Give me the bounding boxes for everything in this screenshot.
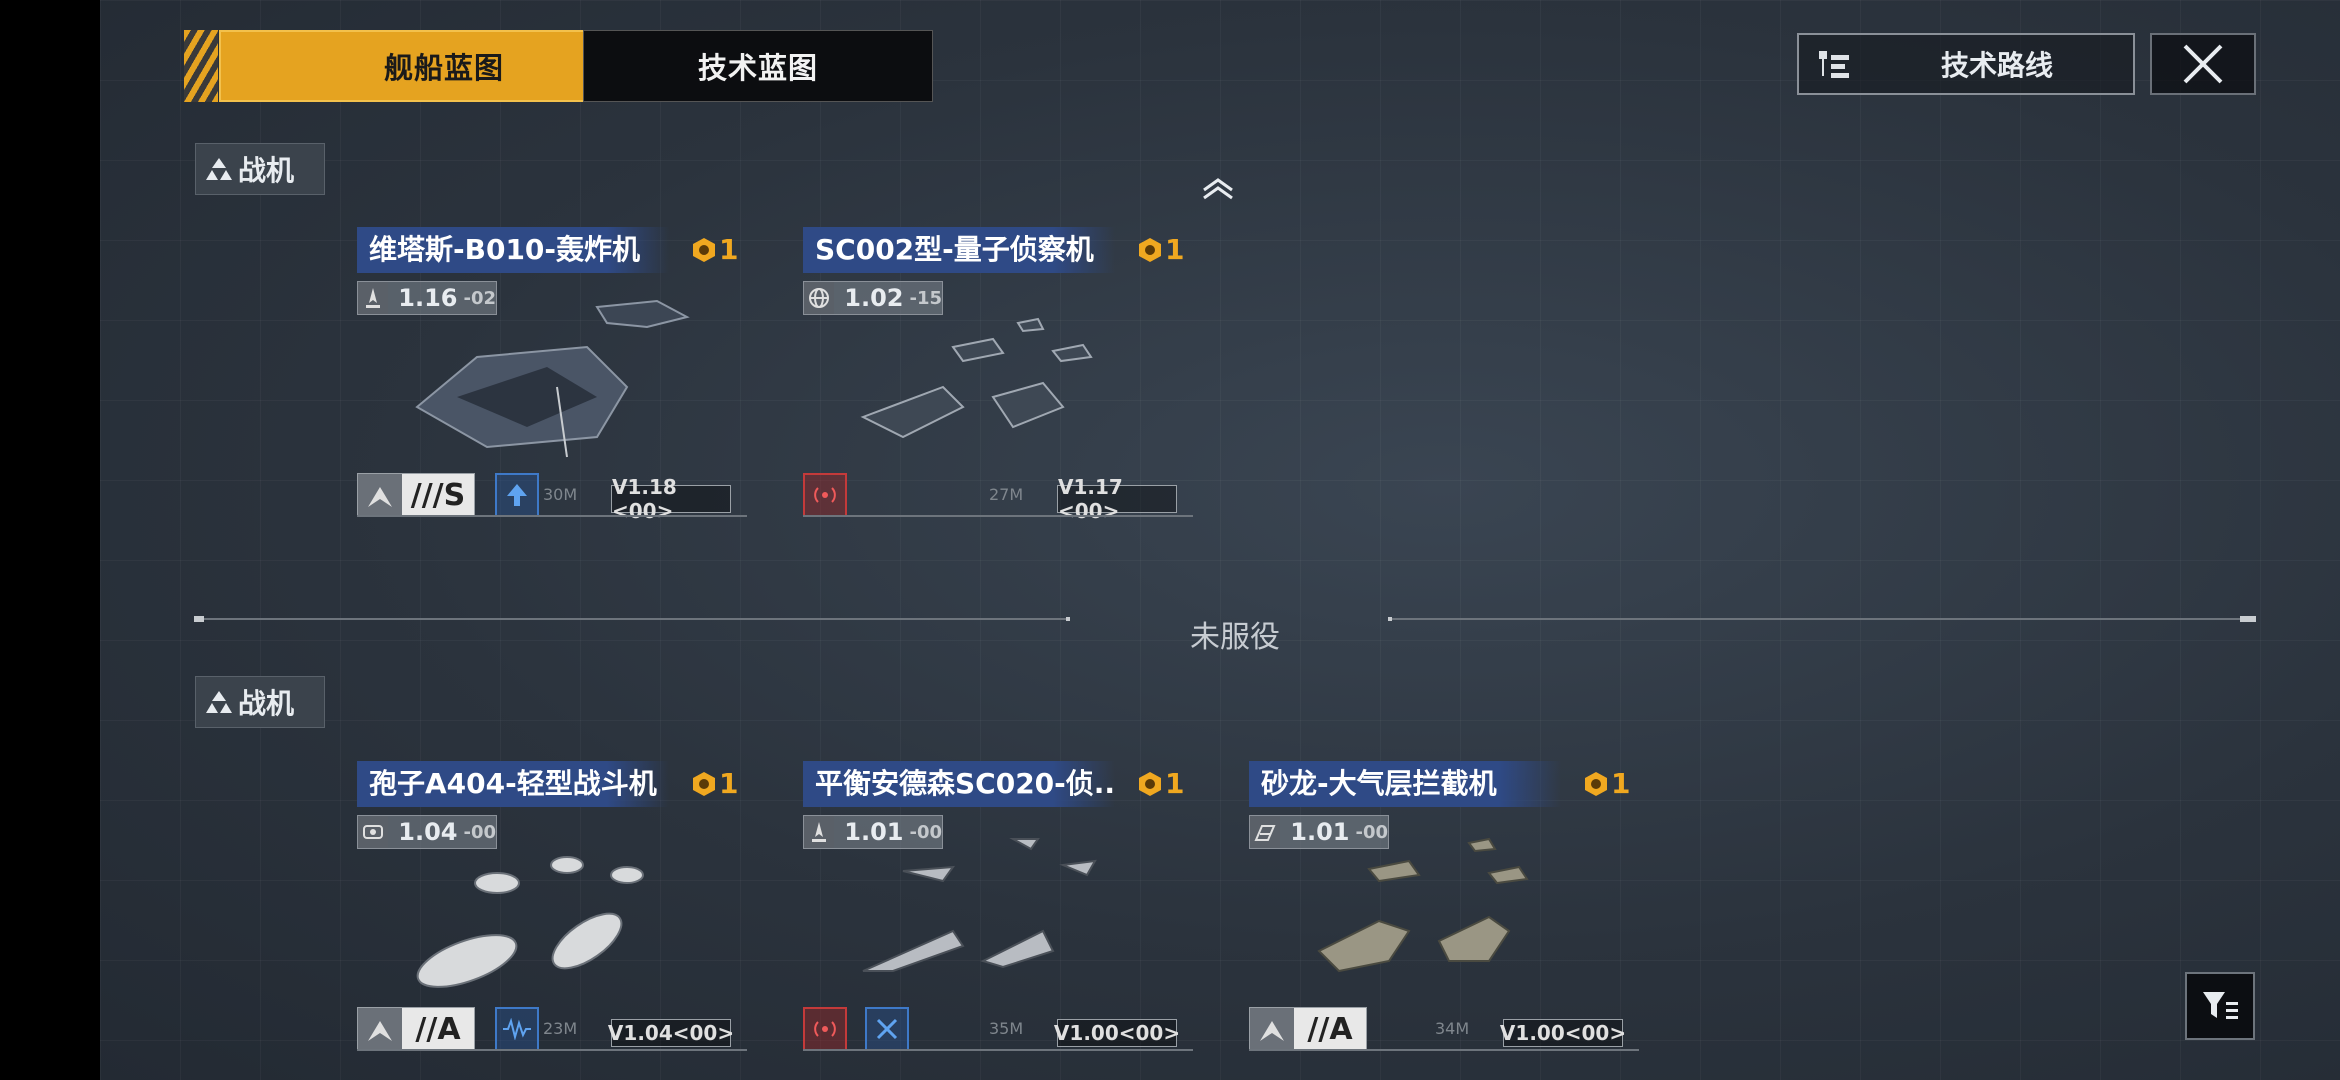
ship-name: 砂龙-大气层拦截机 [1249,761,1561,807]
ship-card[interactable]: 孢子A404-轻型战斗机 1 1.04 -00 //A 23M V1.04<00… [357,761,747,1061]
emblem-icon [1139,237,1161,262]
divider-line-left [198,618,1070,620]
grade-tag: ///S [357,473,475,517]
card-base-line [1249,1049,1639,1051]
skill-wave-icon[interactable] [495,1007,539,1051]
section-label-text: 战机 [238,154,295,187]
speed-icon [1250,816,1281,848]
thrust-icon [804,816,835,848]
ship-image [862,838,1097,972]
fighter-class-icon [206,691,232,713]
section-label-fighter: 战机 [195,676,325,728]
ship-name: 平衡安德森SC020-侦... [803,761,1115,807]
build-code: V1.18 <00> [611,475,731,523]
filter-button[interactable] [2185,972,2255,1040]
tab-tech-blueprint[interactable]: 技术蓝图 [583,30,933,102]
tech-route-label: 技术路线 [1941,49,2054,82]
tech-route-button[interactable]: 技术路线 [1797,33,2135,95]
build-code: V1.04<00> [607,1019,735,1047]
section-label-fighter: 战机 [195,143,325,195]
ship-card[interactable]: 平衡安德森SC020-侦... 1 1.01 -00 35M V1.00<00> [803,761,1193,1061]
range-label: 35M [989,1019,1024,1038]
filter-icon [2203,992,2238,1019]
ship-name: 维塔斯-B010-轰炸机 [357,227,669,273]
divider-dot [1066,617,1070,621]
emblem-icon [693,771,715,796]
divider-dot [1388,617,1392,621]
card-base-line [357,515,747,517]
build-code: V1.00<00> [1499,1019,1627,1047]
range-label: 23M [543,1019,578,1038]
ship-card[interactable]: 砂龙-大气层拦截机 1 1.01 -00 //A 34M V1.00<00> [1249,761,1639,1061]
fighter-class-icon [206,158,232,180]
ship-image [860,317,1093,439]
card-base-line [803,1049,1193,1051]
ship-card[interactable]: 维塔斯-B010-轰炸机 1 1.16 -02 ///S 30M V1.18 <… [357,227,747,527]
ship-image [1317,837,1529,973]
globe-icon [804,282,835,314]
close-icon [2183,44,2223,84]
skill-boost-icon[interactable] [495,473,539,517]
section-label-text: 战机 [238,687,295,720]
divider-dot [2240,616,2256,622]
close-button[interactable] [2150,33,2256,95]
divider-line-right [1390,618,2247,620]
ship-card[interactable]: SC002型-量子侦察机 1 1.02 -15 27M V1.17 <00> [803,227,1193,527]
tab-stripe-decoration [184,30,218,102]
range-label: 34M [1435,1019,1470,1038]
rank-icon [1250,1008,1294,1050]
rank-icon [358,1008,402,1050]
range-label: 30M [543,485,578,504]
divider-label: 未服役 [1190,620,1280,655]
emblem-icon [1585,771,1607,796]
skill-signal-icon[interactable] [803,473,847,517]
skill-signal-icon[interactable] [803,1007,847,1051]
range-label: 27M [989,485,1024,504]
chevron-up-icon[interactable] [1200,176,1236,202]
emblem-icon [1139,771,1161,796]
build-code: V1.17 <00> [1057,475,1177,523]
blueprint-screen: 舰船蓝图 技术蓝图 技术路线 战机 维塔斯-B010-轰炸机 1 1.16 -0… [100,0,2340,1080]
star-badge: 1 [1137,767,1184,800]
grade-tag: //A [357,1007,475,1051]
divider-dot [194,616,204,622]
grade-tag: //A [1249,1007,1367,1051]
rank-icon [358,474,402,516]
tech-tree-icon [1819,51,1849,78]
engine-icon [358,816,389,848]
ship-image [415,299,690,458]
build-code: V1.00<00> [1053,1019,1181,1047]
star-badge: 1 [691,233,738,266]
ship-name: 孢子A404-轻型战斗机 [357,761,669,807]
star-badge: 1 [691,767,738,800]
card-base-line [357,1049,747,1051]
star-badge: 1 [1137,233,1184,266]
star-badge: 1 [1583,767,1630,800]
ship-name: SC002型-量子侦察机 [803,227,1115,273]
skill-cross-icon[interactable] [865,1007,909,1051]
ship-image [416,856,644,988]
card-base-line [803,515,1193,517]
thrust-icon [358,282,389,314]
emblem-icon [693,237,715,262]
